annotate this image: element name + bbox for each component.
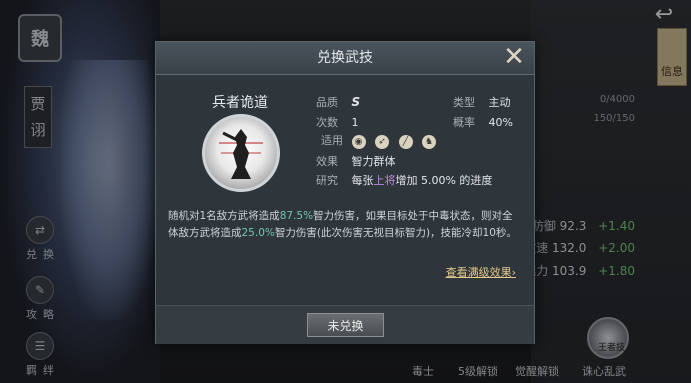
desc-text: 随机对1名敌方武将造成 (168, 210, 280, 222)
effect-label: 效果 (316, 155, 338, 168)
research-highlight: 上将 (373, 174, 396, 187)
cavalry-unit-icon: ♞ (422, 135, 436, 149)
dialog-title: 兑换武技 (156, 42, 534, 75)
research-field: 研究 每张上将增加 5.00% 的进度 (316, 172, 492, 188)
type-value: 主动 (488, 96, 511, 109)
close-icon[interactable]: ✕ (500, 44, 528, 72)
rate-value: 40% (488, 116, 513, 129)
research-suffix: 增加 5.00% 的进度 (395, 174, 493, 187)
count-value: 1 (351, 116, 359, 129)
research-label: 研究 (316, 174, 338, 187)
skill-description: 随机对1名敌方武将造成87.5%智力伤害，如果目标处于中毒状态，则对全体敌方武将… (168, 208, 523, 242)
type-label: 类型 (453, 96, 475, 109)
desc-percent: 87.5% (279, 210, 314, 222)
spear-unit-icon: ╱ (398, 135, 413, 149)
count-field: 次数 1 (316, 114, 359, 130)
exchange-button[interactable]: 未兑换 (307, 313, 384, 337)
research-prefix: 每张 (351, 174, 374, 187)
quality-value: S (351, 95, 361, 109)
effect-value: 智力群体 (351, 155, 396, 168)
rate-field: 概率 40% (453, 114, 513, 130)
rate-label: 概率 (453, 116, 475, 129)
desc-text: 智力伤害(此次伤害无视目标智力)，技能冷却10秒。 (274, 227, 517, 239)
view-full-effect-link[interactable]: 查看满级效果› (446, 264, 516, 280)
quality-label: 品质 (316, 96, 338, 109)
dialog-footer: 未兑换 (156, 305, 534, 344)
shield-unit-icon: ◉ (351, 135, 366, 149)
effect-field: 效果 智力群体 (316, 153, 396, 169)
skill-name: 兵者诡道 (212, 95, 268, 111)
bow-unit-icon: ➶ (375, 135, 389, 149)
chevron-right-icon: › (511, 266, 516, 279)
desc-percent: 25.0% (241, 227, 275, 239)
count-label: 次数 (316, 116, 338, 129)
exchange-skill-dialog: 兑换武技 ✕ 兵者诡道 品质 S 类型 主动 次数 1 概率 40% 适用 ◉ … (155, 41, 535, 344)
view-full-label: 查看满级效果 (445, 266, 512, 279)
applicable-label: 适用 (321, 134, 343, 147)
applicable-field: 适用 ◉ ➶ ╱ ♞ (316, 134, 442, 149)
skill-art-icon (202, 114, 280, 192)
quality-field: 品质 S (316, 94, 360, 110)
type-field: 类型 主动 (453, 94, 511, 110)
warrior-silhouette-icon (219, 129, 263, 179)
